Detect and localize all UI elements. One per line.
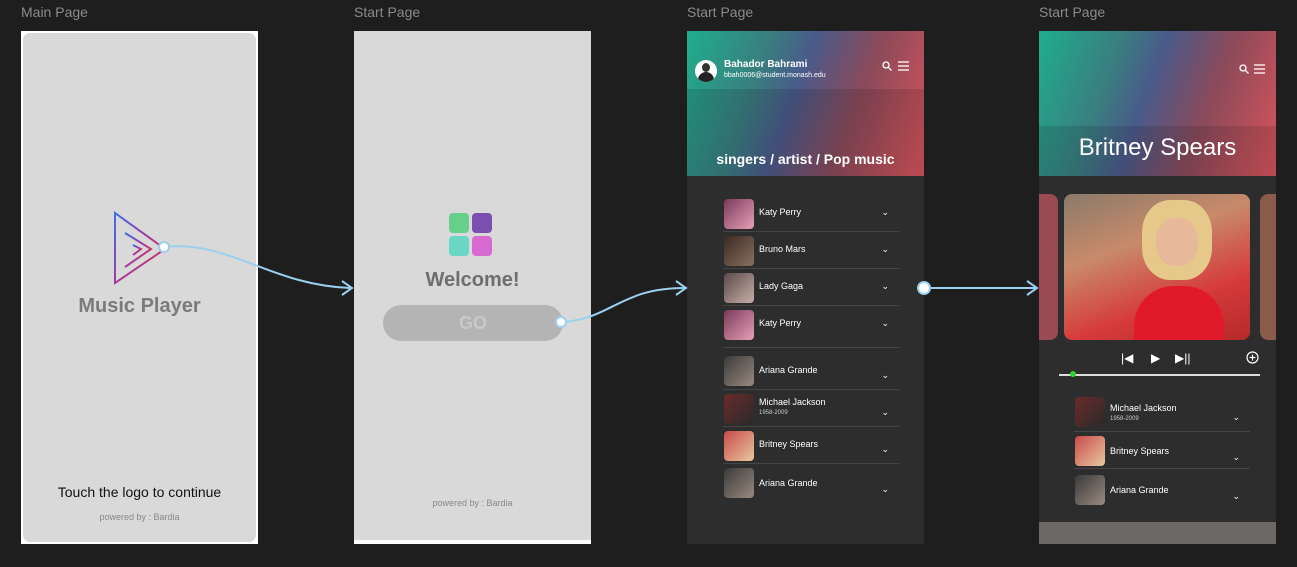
connection-artists-to-player — [917, 280, 1039, 296]
connection-start-to-artists — [555, 280, 688, 328]
connection-main-to-start — [158, 241, 354, 296]
prototype-connections — [158, 241, 1039, 328]
